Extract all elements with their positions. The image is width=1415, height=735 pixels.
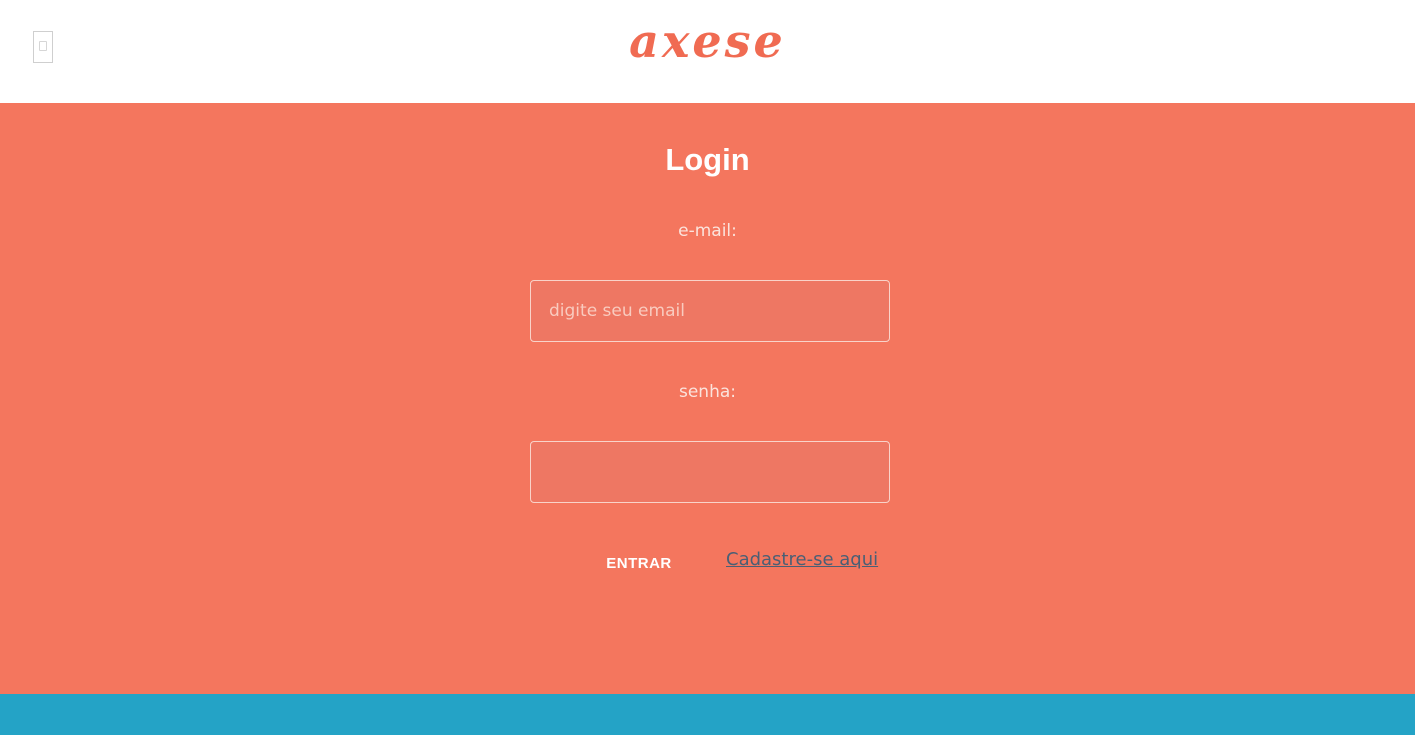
email-label: e-mail:	[678, 221, 737, 241]
register-link[interactable]: Cadastre-se aqui	[726, 549, 878, 570]
email-field[interactable]	[530, 280, 890, 342]
login-section: Login e-mail: senha: ENTRAR Cadastre-se …	[0, 103, 1415, 694]
site-footer	[0, 694, 1415, 735]
password-label: senha:	[678, 382, 736, 402]
login-button[interactable]: ENTRAR	[597, 551, 681, 575]
password-field[interactable]	[530, 441, 890, 503]
site-logo[interactable]: axese	[0, 14, 1415, 68]
page-title: Login	[665, 142, 750, 177]
site-header: axese	[0, 0, 1415, 103]
